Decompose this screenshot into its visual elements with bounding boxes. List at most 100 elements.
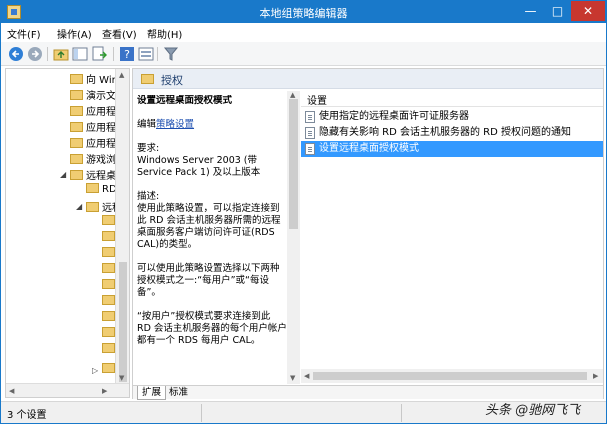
tree-item[interactable]: 应用程	[70, 135, 116, 151]
back-arrow-icon[interactable]	[8, 46, 24, 62]
menu-help[interactable]: 帮助(H)	[147, 26, 182, 41]
menu-bar: 文件(F) 操作(A) 查看(V) 帮助(H)	[1, 23, 606, 42]
folder-icon	[102, 327, 115, 337]
description-panel: 设置远程桌面授权模式 编辑策略设置 要求: Windows Server 2003…	[137, 95, 287, 385]
description-body: 使用此策略设置，可以指定连接到此 RD 会话主机服务器所需的远程桌面服务客户端访…	[137, 203, 281, 250]
svg-text:?: ?	[124, 48, 130, 61]
scroll-down-icon[interactable]: ▼	[119, 374, 124, 382]
collapse-arrow-icon[interactable]: ◢	[60, 170, 66, 179]
section-header: 授权	[133, 69, 603, 89]
scroll-left-icon[interactable]: ◀	[9, 387, 14, 395]
view-icon[interactable]	[138, 46, 154, 62]
details-pane: 授权 设置远程桌面授权模式 编辑策略设置 要求: Windows Server 2…	[132, 68, 604, 400]
folder-icon	[70, 122, 83, 132]
column-header-setting[interactable]: 设置	[301, 89, 603, 107]
scroll-right-icon[interactable]: ▶	[593, 372, 598, 380]
edit-line: 编辑策略设置	[137, 119, 287, 131]
policy-title: 设置远程桌面授权模式	[137, 95, 233, 106]
collapse-arrow-icon[interactable]: ◢	[76, 202, 82, 211]
status-text: 3 个设置	[7, 410, 47, 421]
scrollbar-thumb[interactable]	[313, 372, 587, 380]
tree-item[interactable]: 应用程	[70, 103, 116, 119]
help-icon[interactable]: ?	[119, 46, 135, 62]
folder-icon	[102, 263, 115, 273]
description-scrollbar[interactable]: ▲ ▼	[287, 91, 300, 384]
folder-icon	[141, 74, 154, 84]
folder-icon	[102, 343, 115, 353]
menu-action[interactable]: 操作(A)	[57, 26, 92, 41]
tree-item[interactable]: 向 Wir	[70, 71, 116, 87]
tab-standard[interactable]: 标准	[165, 386, 192, 400]
minimize-button[interactable]: —	[517, 1, 544, 21]
list-item-label: 使用指定的远程桌面许可证服务器	[319, 111, 469, 122]
list-item-label: 设置远程桌面授权模式	[319, 143, 419, 154]
folder-icon	[70, 90, 83, 100]
tree-pane[interactable]: 向 Wir 演示文 应用程 应用程 应用程 游戏浏 ◢ 远程桌 RD ◢ 远程 …	[5, 68, 130, 398]
description-block: 描述: 使用此策略设置，可以指定连接到此 RD 会话主机服务器所需的远程桌面服务客…	[137, 191, 287, 251]
folder-icon	[86, 202, 99, 212]
watermark: 头条 @驰网飞飞	[485, 403, 581, 418]
folder-icon	[70, 74, 83, 84]
menu-view[interactable]: 查看(V)	[102, 26, 137, 41]
scroll-up-icon[interactable]: ▲	[290, 91, 295, 99]
requirements-label: 要求:	[137, 143, 160, 154]
requirements: 要求: Windows Server 2003 (带 Service Pack 1…	[137, 143, 287, 179]
toolbar-separator	[47, 47, 48, 61]
tree-item[interactable]: 游戏浏	[70, 151, 116, 167]
title-bar[interactable]: 本地组策略编辑器 — □ ✕	[1, 1, 606, 23]
list-item-selected[interactable]: 设置远程桌面授权模式	[301, 141, 603, 157]
forward-arrow-icon[interactable]	[27, 46, 43, 62]
folder-icon	[102, 311, 115, 321]
scroll-up-icon[interactable]: ▲	[119, 71, 124, 79]
folder-icon	[102, 295, 115, 305]
close-button[interactable]: ✕	[571, 1, 605, 21]
requirements-value: Windows Server 2003 (带 Service Pack 1) 及…	[137, 155, 261, 178]
description-para3: “按用户”授权模式要求连接到此 RD 会话主机服务器的每个用户帐户都有一个 RD…	[137, 311, 287, 346]
policy-setting-icon	[305, 143, 315, 155]
export-list-icon[interactable]	[91, 46, 107, 62]
scroll-down-icon[interactable]: ▼	[290, 374, 295, 382]
main-window: 本地组策略编辑器 — □ ✕ 文件(F) 操作(A) 查看(V) 帮助(H) ?…	[0, 0, 607, 424]
scrollbar-thumb[interactable]	[119, 262, 127, 382]
folder-icon	[102, 247, 115, 257]
tab-extended[interactable]: 扩展	[137, 386, 167, 400]
tree-horizontal-scrollbar[interactable]: ◀ ▶	[6, 383, 129, 397]
window-title: 本地组策略编辑器	[259, 7, 348, 20]
folder-icon	[102, 215, 115, 225]
folder-icon	[102, 363, 115, 373]
folder-icon	[70, 138, 83, 148]
list-item-label: 隐藏有关影响 RD 会话主机服务器的 RD 授权问题的通知	[319, 127, 572, 138]
up-folder-icon[interactable]	[53, 46, 69, 62]
folder-icon	[70, 170, 83, 180]
folder-icon	[86, 183, 99, 193]
status-divider	[201, 404, 202, 422]
list-item[interactable]: 隐藏有关影响 RD 会话主机服务器的 RD 授权问题的通知	[301, 125, 603, 141]
show-tree-icon[interactable]	[72, 46, 88, 62]
list-item[interactable]: 使用指定的远程桌面许可证服务器	[301, 109, 603, 125]
scrollbar-thumb[interactable]	[289, 99, 298, 229]
tree-item[interactable]: 远程桌	[70, 167, 116, 183]
edit-policy-link[interactable]: 策略设置	[156, 119, 194, 130]
list-horizontal-scrollbar[interactable]: ◀ ▶	[301, 369, 603, 383]
maximize-button[interactable]: □	[544, 1, 571, 21]
tree-item[interactable]: RD	[86, 183, 117, 199]
scroll-right-icon[interactable]: ▶	[102, 387, 107, 395]
toolbar: ?	[1, 42, 606, 66]
expand-arrow-icon[interactable]: ▷	[92, 366, 98, 375]
toolbar-separator	[113, 47, 114, 61]
description-para2: 可以使用此策略设置选择以下两种授权模式之一:“每用户”或“每设备”。	[137, 263, 280, 298]
menu-file[interactable]: 文件(F)	[7, 26, 41, 41]
status-divider	[401, 404, 402, 422]
tree-item[interactable]: 应用程	[70, 119, 116, 135]
scroll-left-icon[interactable]: ◀	[304, 372, 309, 380]
settings-list: 设置 使用指定的远程桌面许可证服务器 隐藏有关影响 RD 会话主机服务器的 RD…	[301, 89, 603, 385]
tree-vertical-scrollbar[interactable]: ▲ ▼	[115, 69, 129, 385]
policy-setting-icon	[305, 111, 315, 123]
tree-item[interactable]: 演示文	[70, 87, 116, 103]
toolbar-separator	[157, 47, 158, 61]
folder-icon	[102, 231, 115, 241]
edit-prefix: 编辑	[137, 119, 157, 130]
filter-icon[interactable]	[163, 46, 179, 62]
policy-setting-icon	[305, 127, 315, 139]
section-title: 授权	[161, 74, 183, 87]
